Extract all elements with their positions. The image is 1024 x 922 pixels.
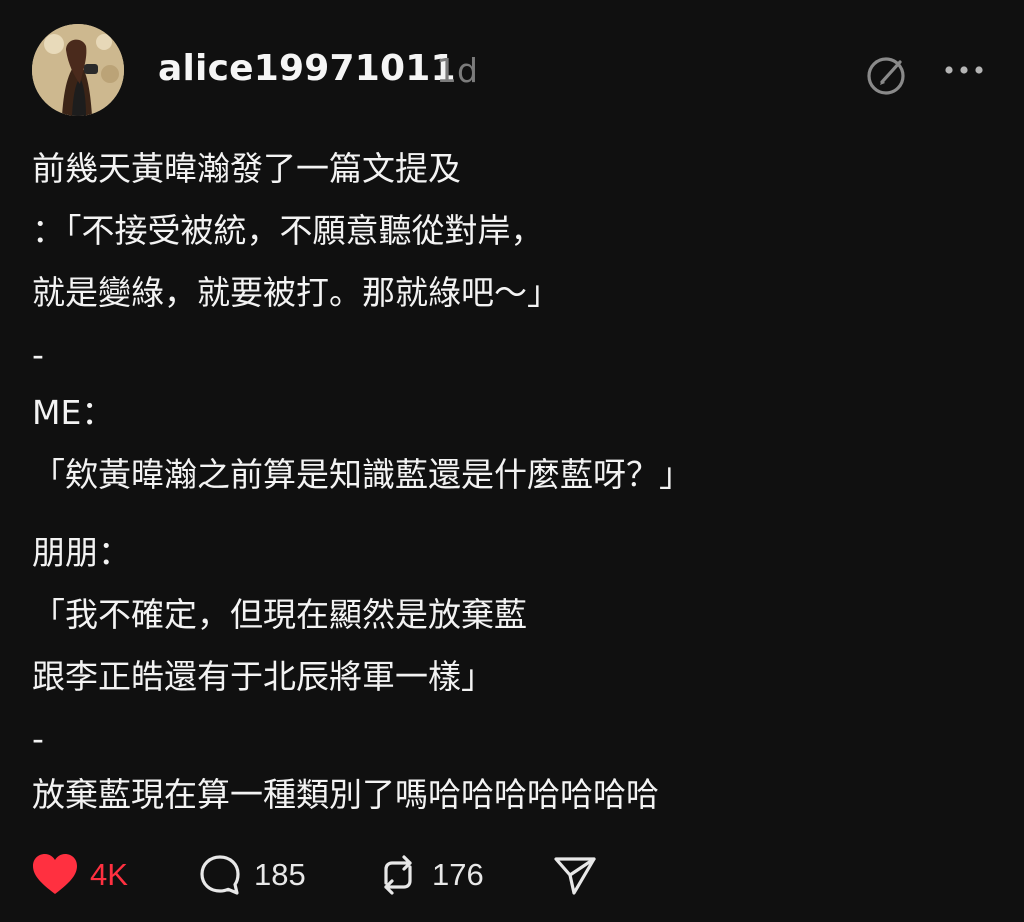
- post-line: 「欸黃暐瀚之前算是知識藍還是什麼藍呀？」: [32, 455, 692, 494]
- repost-icon: [384, 855, 412, 895]
- more-dots-icon[interactable]: [944, 62, 984, 78]
- post-line: 放棄藍現在算一種類別了嗎哈哈哈哈哈哈哈: [32, 775, 659, 814]
- post-line: ME：: [32, 393, 115, 432]
- repost-button[interactable]: 176: [376, 850, 484, 900]
- post-line: 朋朋：: [32, 533, 131, 572]
- post-line: -: [32, 719, 44, 758]
- post-line: -: [32, 335, 44, 374]
- repost-count: 176: [432, 857, 484, 892]
- post-line: ：「不接受被統，不願意聽從對岸，: [32, 211, 544, 250]
- post-timestamp: 1d: [436, 51, 478, 90]
- post-actions: 4K 185 176: [32, 850, 732, 900]
- comment-bubble-icon: [200, 855, 240, 895]
- post-line: 就是變綠，就要被打。那就綠吧～」: [32, 273, 560, 312]
- edit-icon[interactable]: [866, 52, 910, 96]
- post-line: 前幾天黃暐瀚發了一篇文提及: [32, 149, 461, 188]
- comment-count: 185: [254, 857, 306, 892]
- heart-icon: [33, 854, 77, 894]
- username[interactable]: alice19971011: [158, 48, 456, 89]
- comment-button[interactable]: 185: [198, 850, 306, 900]
- send-icon: [554, 857, 596, 895]
- like-count: 4K: [90, 857, 128, 892]
- post-header: alice19971011 1d: [32, 24, 992, 118]
- avatar[interactable]: [32, 24, 124, 116]
- like-button[interactable]: 4K: [32, 850, 128, 900]
- share-button[interactable]: [552, 850, 598, 900]
- post-line: 跟李正皓還有于北辰將軍一樣」: [32, 657, 494, 696]
- post-line: 「我不確定，但現在顯然是放棄藍: [32, 595, 527, 634]
- thread-post: alice19971011 1d 前幾天黃暐瀚發了一篇文提及 ：「不接受被統，不…: [0, 0, 1024, 922]
